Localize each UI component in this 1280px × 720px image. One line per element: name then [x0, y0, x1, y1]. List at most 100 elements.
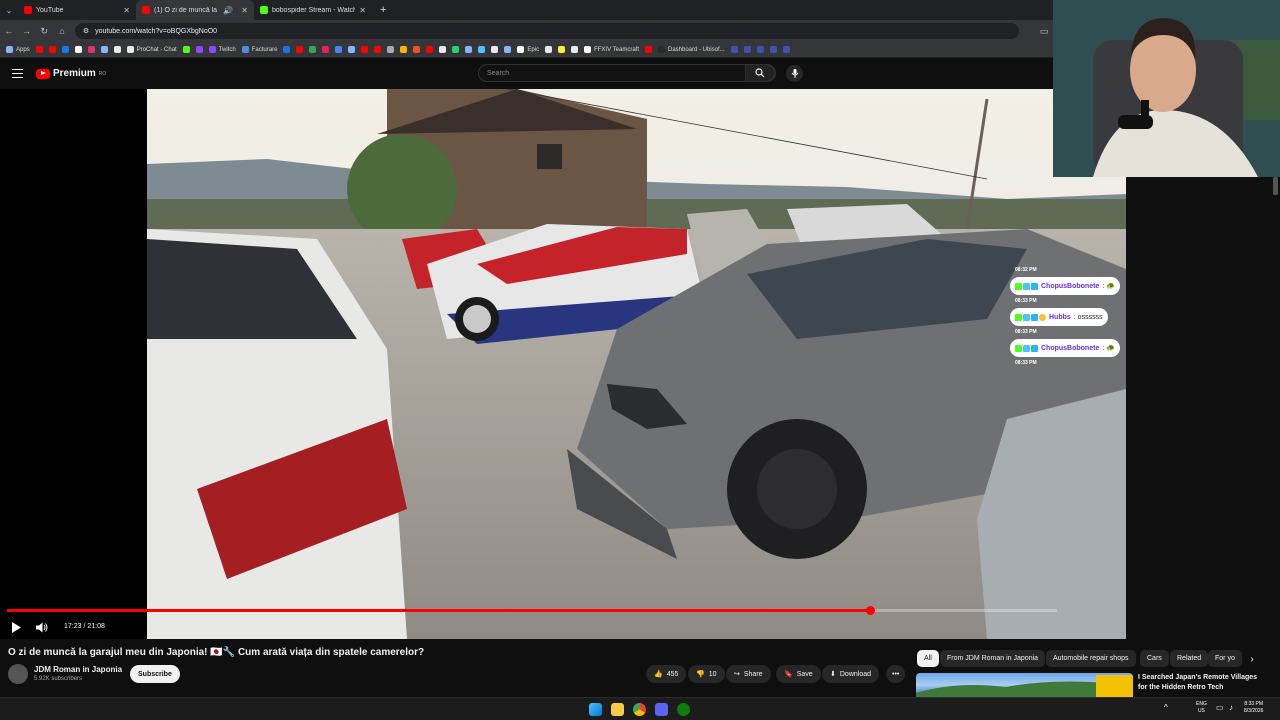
tab-search-icon[interactable]: ⌄ [0, 6, 18, 15]
clock[interactable]: 8:33 PM 8/3/2026 [1244, 701, 1263, 715]
chip-cars[interactable]: Cars [1140, 650, 1169, 667]
dislike-button[interactable]: 👎 10 [688, 665, 725, 683]
bookmark-generic[interactable] [504, 46, 512, 53]
progress-bar[interactable] [7, 606, 1057, 615]
bookmark-instagram[interactable] [87, 46, 95, 53]
forward-icon[interactable]: → [18, 26, 36, 36]
bookmark-generic[interactable] [335, 46, 343, 53]
bookmark-twitch[interactable]: Twitch [208, 46, 236, 53]
more-actions-button[interactable]: ••• [886, 665, 906, 683]
download-button[interactable]: ⬇ Download [822, 665, 880, 683]
bookmark-generic[interactable] [465, 46, 473, 53]
bookmark-generic[interactable] [348, 46, 356, 53]
bookmark-facturare[interactable]: Facturare [241, 46, 277, 53]
bookmark-generic[interactable] [743, 46, 751, 53]
bookmark-facebook[interactable] [61, 46, 69, 53]
voice-search-button[interactable] [786, 65, 803, 82]
chip-for-you[interactable]: For yo [1208, 650, 1242, 667]
bookmark-epic[interactable]: Epic [517, 46, 539, 53]
chip-from-channel[interactable]: From JDM Roman in Japonia [940, 650, 1046, 667]
volume-button[interactable] [35, 621, 49, 633]
bookmark-generic[interactable] [361, 46, 369, 53]
bookmark-generic[interactable] [645, 46, 652, 53]
bookmark-youtube[interactable] [35, 46, 43, 53]
bookmark-generic[interactable] [769, 46, 777, 53]
close-tab-icon[interactable]: ✕ [123, 6, 130, 15]
bookmark-apps[interactable]: Apps [6, 46, 30, 53]
bookmark-generic[interactable] [426, 46, 434, 53]
recommended-thumbnail[interactable] [916, 673, 1133, 697]
browser-tab-youtube[interactable]: YouTube ✕ [18, 0, 136, 20]
bookmark-generic[interactable] [571, 46, 579, 53]
bookmark-generic[interactable] [782, 46, 790, 53]
bookmark-generic[interactable] [439, 46, 447, 53]
close-tab-icon[interactable]: ✕ [241, 6, 248, 15]
chip-related[interactable]: Related [1170, 650, 1209, 667]
share-button[interactable]: ↪ Share [726, 665, 771, 683]
new-tab-button[interactable]: + [372, 4, 394, 16]
subscriber-count: 5.92K subscribers [34, 676, 83, 682]
channel-avatar[interactable] [8, 664, 28, 684]
bookmark-generic[interactable] [387, 46, 395, 53]
chip-automobile-repair[interactable]: Automobile repair shops [1046, 650, 1136, 667]
network-icon[interactable]: ▭ [1216, 704, 1224, 712]
bookmark-generic[interactable] [413, 46, 421, 53]
bookmark-generic[interactable] [100, 46, 108, 53]
cast-icon[interactable]: ▭ [1035, 26, 1053, 37]
bookmark-generic[interactable] [558, 46, 566, 53]
save-button[interactable]: 🔖 Save [776, 665, 821, 683]
bookmark-prochat[interactable]: ProChat - Chat [126, 46, 177, 53]
bookmark-generic[interactable] [322, 46, 330, 53]
reload-icon[interactable]: ↻ [35, 26, 53, 37]
browser-tab-video[interactable]: (1) O zi de muncă la garajul 🔊 ✕ [136, 0, 254, 20]
bookmark-generic[interactable] [478, 46, 486, 53]
url-field[interactable]: ⚙ youtube.com/watch?v=oBQGXbgNoO0 [74, 23, 1020, 39]
site-info-icon[interactable]: ⚙ [83, 27, 89, 35]
chip-all[interactable]: All [917, 650, 939, 667]
bookmark-generic[interactable] [309, 46, 317, 53]
bookmark-kick[interactable] [182, 46, 190, 53]
channel-name[interactable]: JDM Roman in Japonia [34, 665, 122, 674]
bookmark-generic[interactable] [374, 46, 382, 53]
bookmark-icon [387, 46, 395, 53]
bookmark-generic[interactable] [545, 46, 553, 53]
bookmark-x[interactable] [74, 46, 82, 53]
bookmark-generic[interactable] [491, 46, 499, 53]
windows-start-icon[interactable] [589, 703, 602, 716]
bookmark-generic[interactable] [296, 46, 304, 53]
language-indicator[interactable]: ENG US [1196, 701, 1207, 715]
bookmark-ffxiv-teamcraft[interactable]: FFXIV Teamcraft [584, 46, 639, 53]
chrome-icon[interactable] [633, 703, 646, 716]
search-button[interactable] [745, 64, 775, 82]
scrollbar[interactable] [1273, 177, 1278, 195]
bookmark-whatsapp[interactable] [452, 46, 460, 53]
recommended-video-title[interactable]: I Searched Japan's Remote Villages for t… [1138, 673, 1268, 693]
play-button[interactable] [10, 621, 22, 633]
video-player[interactable]: 08:32 PM ChopusBobonete : 🐢 08:33 PM Hub… [0, 89, 1126, 639]
bookmark-generic[interactable] [195, 46, 203, 53]
bookmark-generic[interactable] [113, 46, 121, 53]
search-input[interactable]: Search [478, 64, 776, 82]
chat-text: : 🐢 [1102, 345, 1115, 352]
volume-tray-icon[interactable]: ♪ [1229, 704, 1233, 712]
bookmark-youtube-2[interactable] [48, 46, 56, 53]
like-button[interactable]: 👍 455 [646, 665, 687, 683]
tray-chevron-icon[interactable]: ^ [1164, 704, 1168, 712]
bookmark-ubisoft[interactable]: Dashboard - Ubisof... [658, 46, 725, 53]
bookmark-generic[interactable] [756, 46, 764, 53]
subscribe-button[interactable]: Subscribe [130, 665, 180, 683]
chips-next-icon[interactable]: › [1246, 653, 1258, 665]
file-explorer-icon[interactable] [611, 703, 624, 716]
bookmark-generic[interactable] [400, 46, 408, 53]
youtube-premium-logo[interactable]: Premium RO [36, 68, 106, 79]
home-icon[interactable]: ⌂ [53, 26, 71, 36]
close-tab-icon[interactable]: ✕ [359, 6, 366, 15]
bookmark-generic[interactable] [730, 46, 738, 53]
discord-icon[interactable] [655, 703, 668, 716]
menu-icon[interactable] [12, 69, 23, 78]
bookmark-generic[interactable] [283, 46, 291, 53]
back-icon[interactable]: ← [0, 26, 18, 36]
xbox-icon[interactable] [677, 703, 690, 716]
browser-tab-kick[interactable]: bobospider Stream - Watch Liv ✕ [254, 0, 372, 20]
audio-playing-icon[interactable]: 🔊 [223, 6, 233, 15]
